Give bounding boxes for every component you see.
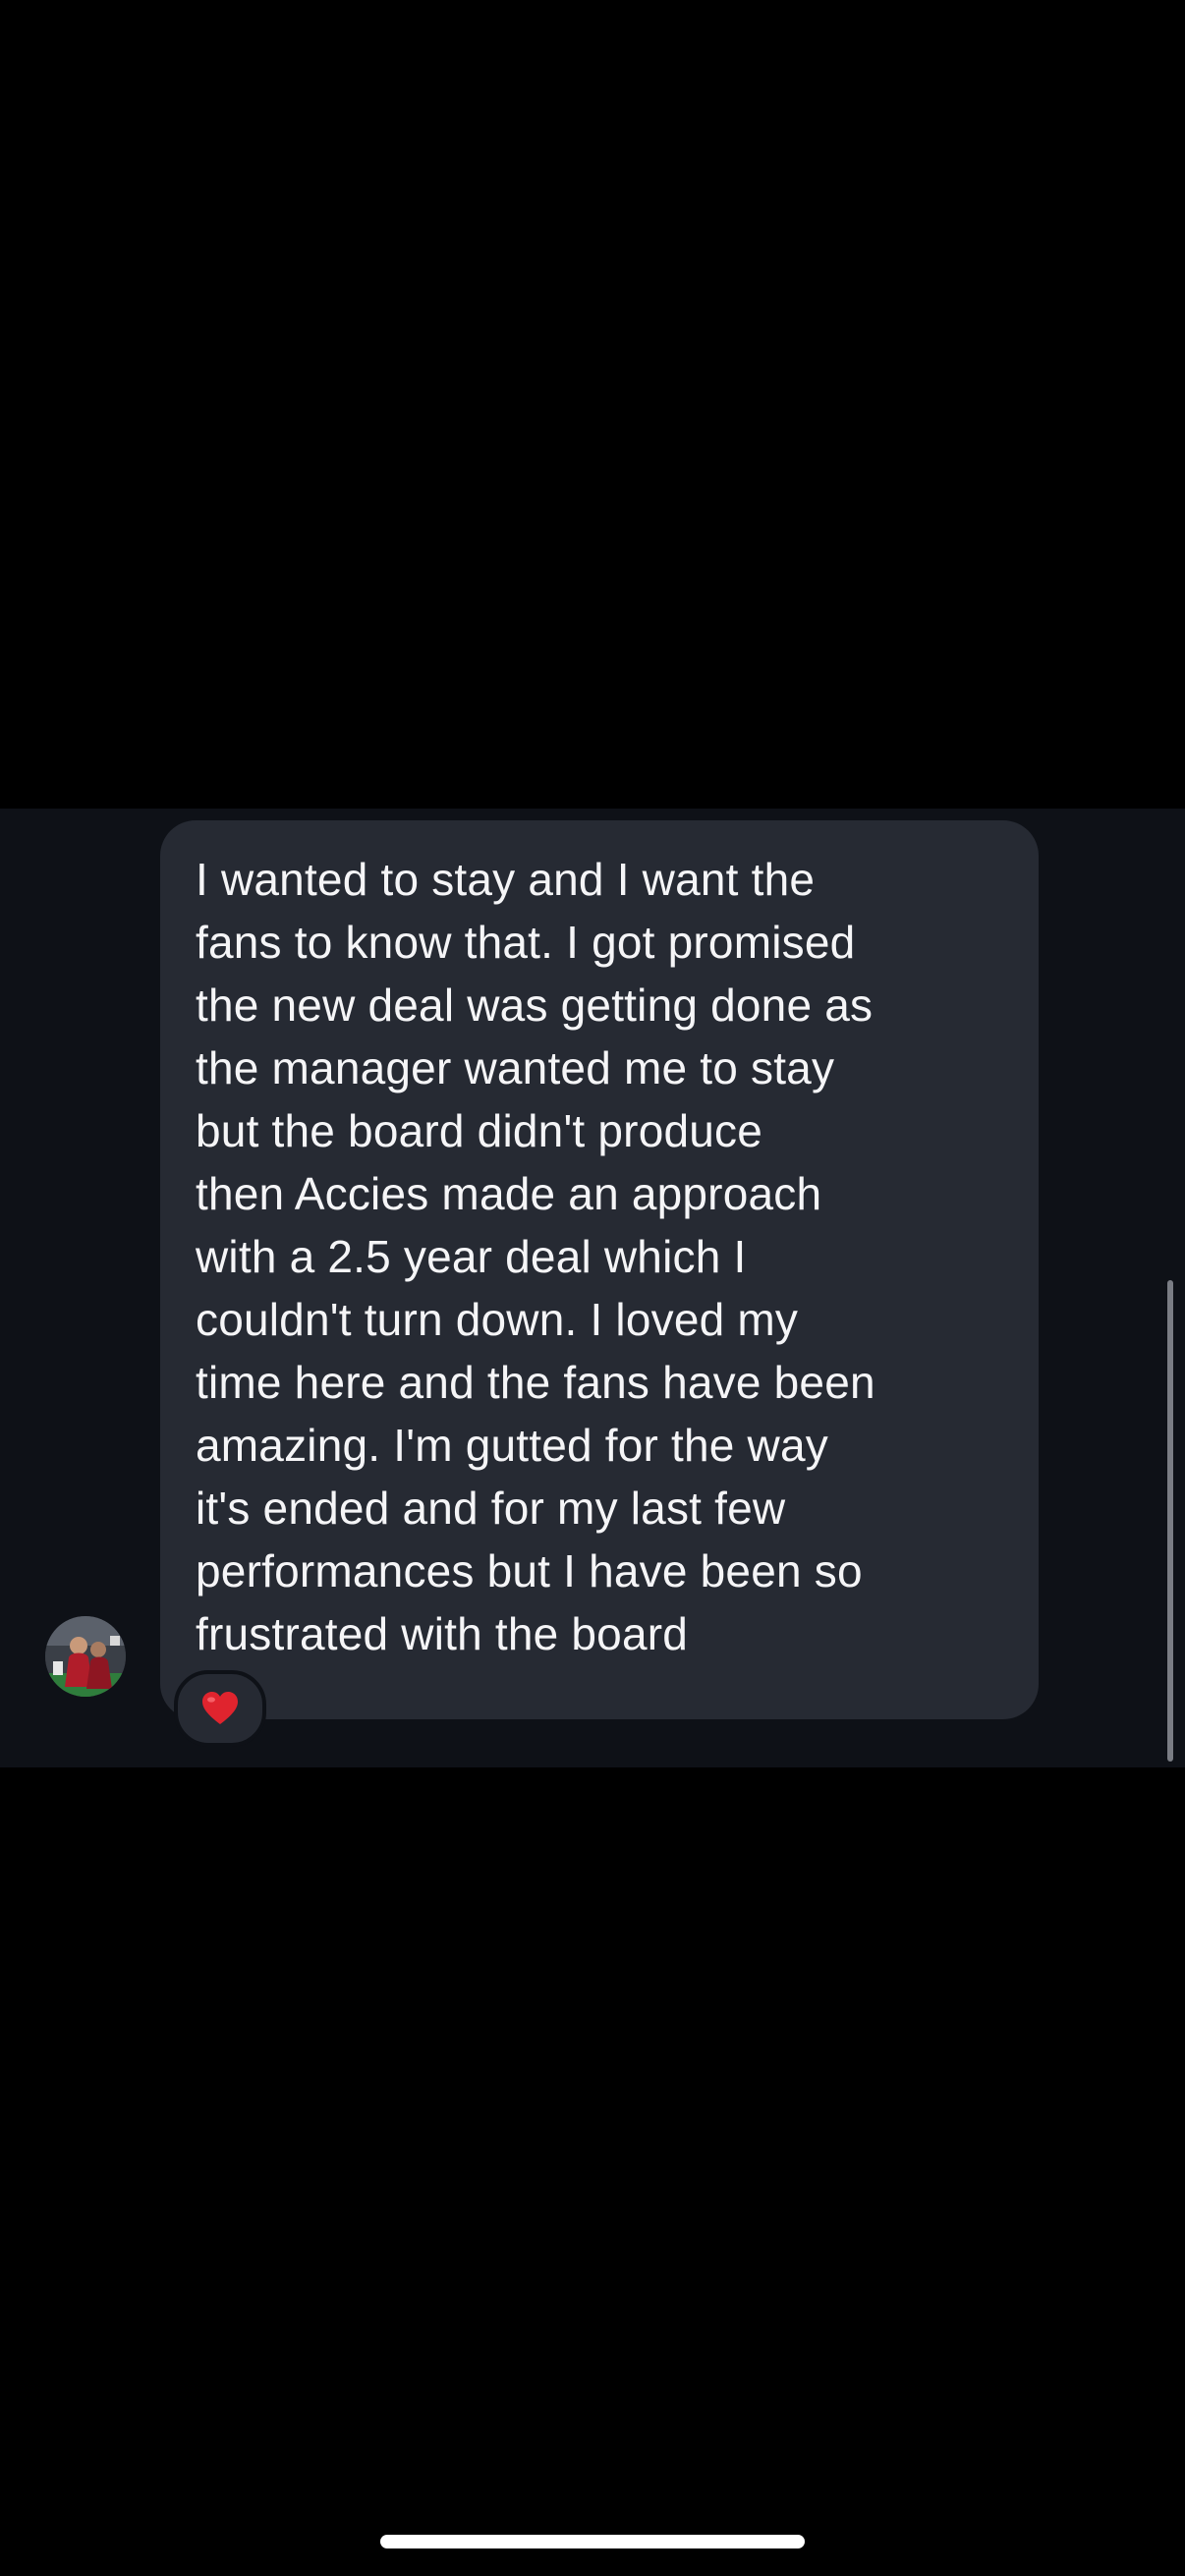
message-line: with a 2.5 year deal which I: [196, 1231, 747, 1282]
red-heart-icon: [202, 1692, 238, 1724]
message-bubble[interactable]: I wanted to stay and I want the fans to …: [160, 820, 1039, 1719]
message-line: it's ended and for my last few: [196, 1483, 786, 1534]
message-line: couldn't turn down. I loved my: [196, 1294, 799, 1345]
message-line: frustrated with the board: [196, 1608, 689, 1659]
message-line: I wanted to stay and I want the: [196, 854, 816, 905]
message-line: the new deal was getting done as: [196, 980, 874, 1031]
home-indicator[interactable]: [380, 2535, 805, 2548]
heart-reaction[interactable]: [174, 1670, 266, 1747]
message-line: fans to know that. I got promised: [196, 917, 856, 968]
avatar-photo: [45, 1616, 126, 1697]
scrollbar[interactable]: [1167, 1280, 1173, 1762]
message-line: but the board didn't produce: [196, 1105, 763, 1156]
message-line: time here and the fans have been: [196, 1357, 875, 1408]
message-line: then Accies made an approach: [196, 1168, 822, 1219]
message-line: amazing. I'm gutted for the way: [196, 1420, 828, 1471]
screen: I wanted to stay and I want the fans to …: [0, 0, 1185, 2576]
message-line: performances but I have been so: [196, 1545, 863, 1596]
message-line: the manager wanted me to stay: [196, 1042, 835, 1093]
sender-avatar[interactable]: [45, 1616, 126, 1697]
message-thread: I wanted to stay and I want the fans to …: [0, 809, 1185, 1767]
